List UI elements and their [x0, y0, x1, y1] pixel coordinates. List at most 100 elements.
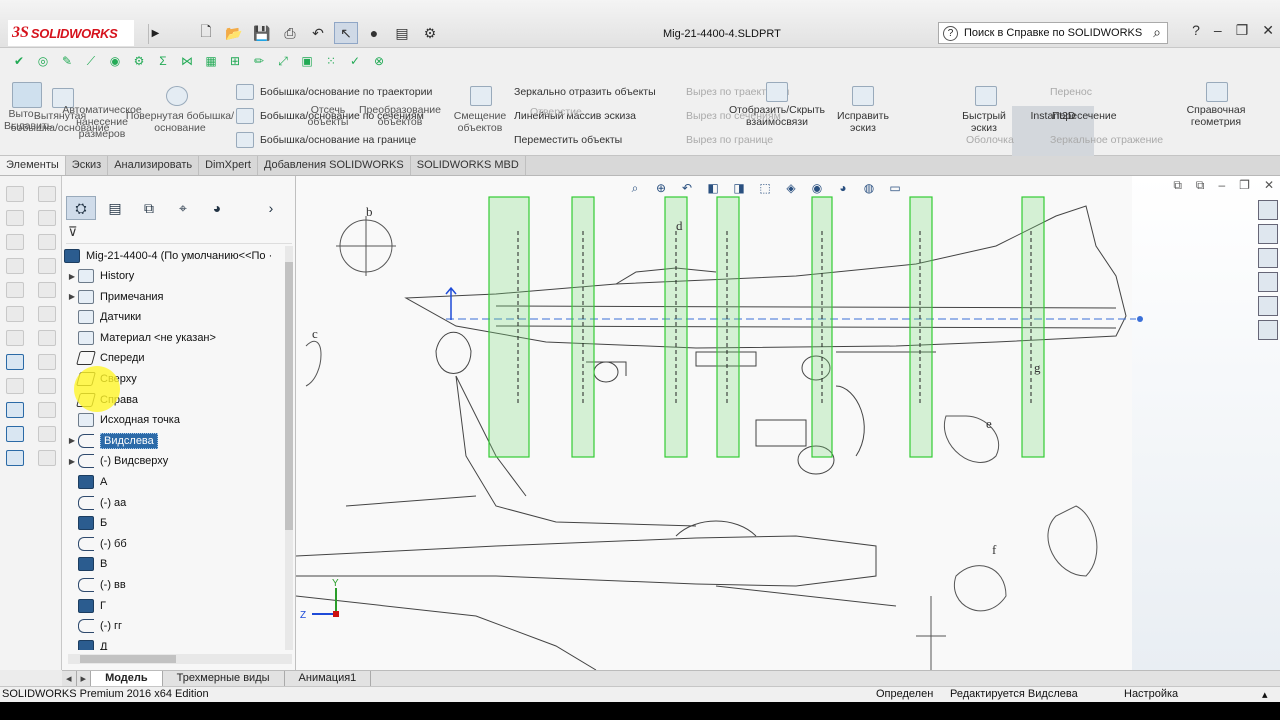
tree-root[interactable]: Mig-21-4400-4 (По умолчанию<<По · — [64, 246, 272, 266]
tool-icon[interactable] — [38, 258, 56, 274]
tool-icon[interactable] — [38, 234, 56, 250]
tree-item[interactable]: Материал <не указан> — [66, 328, 216, 348]
section-plane[interactable] — [909, 196, 933, 458]
tree-item[interactable]: ▶ (-) Видсверху — [66, 451, 168, 471]
feature-icon[interactable] — [6, 330, 24, 346]
tab-dimxpert[interactable]: DimXpert — [199, 156, 258, 175]
loft-icon[interactable] — [236, 108, 254, 124]
boundary-cut-button[interactable]: Вырез по границе — [686, 134, 806, 146]
repair-sketch-button[interactable]: Исправить эскиз — [830, 110, 896, 134]
help-search-box[interactable]: ? Поиск в Справке по SOLIDWORKS ⌕ — [938, 22, 1168, 44]
units-settings[interactable]: Настройка — [1124, 688, 1178, 700]
tool-icon[interactable] — [38, 450, 56, 466]
close-icon[interactable]: ✕ — [1262, 22, 1274, 39]
restore-icon[interactable]: ❐ — [1239, 178, 1250, 193]
property-manager-icon[interactable]: ▤ — [100, 196, 130, 220]
tree-item[interactable]: Датчики — [66, 307, 141, 327]
edit-appearance-icon[interactable]: ◕ — [834, 179, 852, 197]
tree-item[interactable]: (-) вв — [66, 575, 126, 595]
show-relations-icon[interactable] — [766, 82, 788, 102]
convert-entities-button[interactable]: Преобразование объектов — [356, 104, 444, 128]
tool-icon[interactable] — [38, 426, 56, 442]
status-menu-icon[interactable]: ▴ — [1262, 688, 1268, 701]
endpoint-icon[interactable] — [1137, 316, 1143, 322]
open-folder-icon[interactable]: 📂 — [222, 22, 246, 44]
reference-geometry-icon[interactable] — [1206, 82, 1228, 102]
expand-arrow-icon[interactable]: › — [256, 196, 286, 220]
cancel-icon[interactable]: ⊗ — [370, 52, 388, 70]
filter-icon[interactable]: ⊽ — [66, 224, 292, 244]
view-palette-icon[interactable] — [1258, 272, 1278, 292]
tile-icon[interactable]: ⧉ — [1196, 178, 1205, 193]
tool-icon[interactable]: ⟋ — [82, 52, 100, 70]
feature-icon[interactable] — [6, 282, 24, 298]
smart-dimension-icon[interactable]: ◎ — [34, 52, 52, 70]
section-view-icon[interactable]: ◧ — [704, 179, 722, 197]
sweep-icon[interactable] — [236, 84, 254, 100]
extrude-icon[interactable] — [12, 82, 42, 108]
tool-icon[interactable] — [38, 282, 56, 298]
check-icon[interactable]: ✔ — [10, 52, 28, 70]
print-icon[interactable]: ⎙ — [278, 22, 302, 44]
relations-icon[interactable]: ◉ — [106, 52, 124, 70]
tool-icon[interactable] — [38, 210, 56, 226]
tool-icon[interactable] — [38, 354, 56, 370]
mirror-entities-button[interactable]: Зеркально отразить объекты — [514, 86, 694, 98]
graphics-area[interactable]: b c e d f g Y Z ⌕ ⊕ ↶ ◧ ◨ ⬚ ◈ ◉ ◕ ◍ ▭ ⧉ … — [296, 176, 1280, 670]
hole-button[interactable]: Отверстие — [530, 106, 590, 118]
tree-item[interactable]: ▶ History — [66, 266, 134, 286]
sketch-icon[interactable] — [6, 354, 24, 370]
section-plane[interactable] — [571, 196, 595, 458]
apply-scene-icon[interactable]: ◍ — [860, 179, 878, 197]
tree-horizontal-scrollbar[interactable] — [68, 654, 292, 664]
previous-view-icon[interactable]: ↶ — [678, 179, 696, 197]
section-plane[interactable] — [488, 196, 530, 458]
tool-icon[interactable] — [38, 378, 56, 394]
section-plane[interactable] — [811, 196, 833, 458]
minimize-icon[interactable]: – — [1218, 178, 1225, 193]
feature-tree-icon[interactable]: ⛭ — [66, 196, 96, 220]
offset-entities-icon[interactable] — [470, 86, 492, 106]
dimxpert-manager-icon[interactable]: ⌖ — [168, 196, 198, 220]
help-menu-icon[interactable]: ? — [1192, 22, 1200, 39]
offset-entities-button[interactable]: Смещение объектов — [452, 110, 508, 134]
tab-mbd[interactable]: SOLIDWORKS MBD — [410, 156, 526, 175]
view-settings-icon[interactable]: ▭ — [886, 179, 904, 197]
tab-animation[interactable]: Анимация1 — [285, 671, 372, 686]
rebuild-icon[interactable]: ● — [362, 22, 386, 44]
mirror-feature-button[interactable]: Зеркальное отражение — [1050, 134, 1170, 146]
expand-icon[interactable]: ▶ — [66, 457, 78, 466]
file-explorer-icon[interactable] — [1258, 248, 1278, 268]
scale-icon[interactable]: ⤢ — [274, 52, 292, 70]
grid-icon[interactable]: ▦ — [202, 52, 220, 70]
zoom-to-area-icon[interactable]: ⊕ — [652, 179, 670, 197]
section-plane[interactable] — [664, 196, 688, 458]
tab-evaluate[interactable]: Анализировать — [108, 156, 200, 175]
tool-icon[interactable] — [38, 330, 56, 346]
feature-icon[interactable] — [6, 378, 24, 394]
repair-sketch-icon[interactable] — [852, 86, 874, 106]
scroll-right-icon[interactable]: ▸ — [77, 671, 92, 686]
revolve-button[interactable]: Повернутая бобышка/основание — [125, 110, 235, 134]
wrap-button[interactable]: Перенос — [1050, 86, 1110, 98]
dynamic-annotation-icon[interactable]: ◨ — [730, 179, 748, 197]
display-icon[interactable] — [6, 402, 24, 418]
settings-icon[interactable]: ⚙ — [130, 52, 148, 70]
display-style-icon[interactable]: ◈ — [782, 179, 800, 197]
scroll-left-icon[interactable]: ◂ — [62, 671, 77, 686]
swept-cut-button[interactable]: Вырез по траектории — [686, 86, 806, 98]
quick-snaps-button[interactable]: Быстрый эскиз — [954, 110, 1014, 134]
block-icon[interactable]: ▣ — [298, 52, 316, 70]
expand-icon[interactable]: ▶ — [66, 292, 78, 301]
tool-icon[interactable] — [38, 402, 56, 418]
options-gear-icon[interactable]: ⚙ — [418, 22, 442, 44]
tree-item[interactable]: Б — [66, 513, 107, 533]
hide-show-items-icon[interactable]: ◉ — [808, 179, 826, 197]
feature-icon[interactable] — [6, 186, 24, 202]
save-icon[interactable]: 💾 — [250, 22, 274, 44]
undo-icon[interactable]: ↶ — [306, 22, 330, 44]
custom-properties-icon[interactable] — [1258, 320, 1278, 340]
restore-icon[interactable]: ❐ — [1236, 22, 1249, 39]
points-icon[interactable]: ⁙ — [322, 52, 340, 70]
design-library-icon[interactable] — [1258, 224, 1278, 244]
